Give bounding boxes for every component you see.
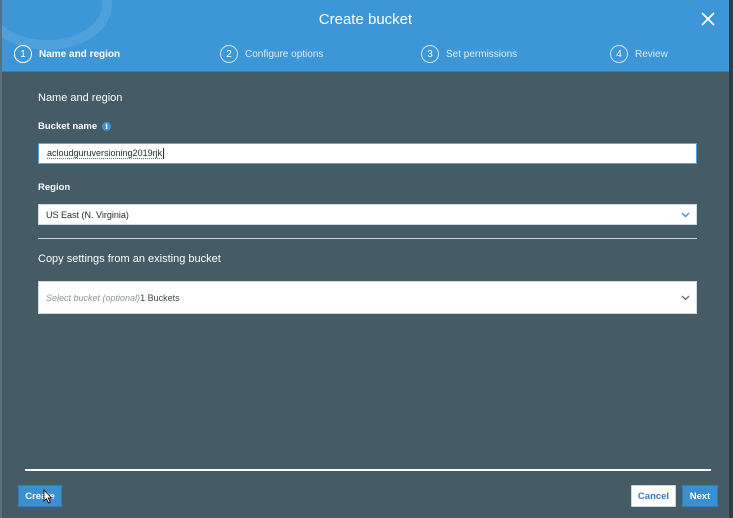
step-configure-options[interactable]: 2 Configure options [220,44,323,64]
step-name-and-region[interactable]: 1 Name and region [14,44,120,64]
bucket-name-label: Bucket name i [38,121,112,132]
step-review[interactable]: 4 Review [610,44,668,64]
chevron-down-icon [681,212,690,217]
region-select[interactable]: US East (N. Virginia) [38,204,697,225]
section-title: Name and region [38,92,123,104]
step-number-2: 2 [220,45,238,63]
step-label: Set permissions [446,48,518,60]
mouse-pointer-icon [43,489,53,504]
dialog-header: Create bucket 1 Name and region 2 Config… [2,0,729,72]
next-button[interactable]: Next [682,485,718,507]
step-label: Name and region [39,48,121,60]
copy-bucket-select[interactable]: Select bucket (optional) 1 Buckets [38,281,697,314]
step-label: Review [635,48,668,60]
copy-bucket-placeholder: Select bucket (optional) [46,292,141,303]
step-number-1: 1 [14,45,32,63]
bucket-count: 1 Buckets [140,292,180,303]
copy-settings-title: Copy settings from an existing bucket [38,253,221,265]
step-number-4: 4 [610,45,628,63]
chevron-down-icon [681,295,690,300]
text-caret [163,148,165,159]
step-label: Configure options [245,48,324,60]
cancel-button[interactable]: Cancel [631,485,676,507]
create-bucket-dialog: Create bucket 1 Name and region 2 Config… [0,0,733,518]
dialog-title: Create bucket [318,11,413,28]
bucket-name-label-text: Bucket name [38,121,98,132]
bucket-name-input[interactable]: acloudguruversioning2019rjk [38,143,697,164]
info-icon[interactable]: i [102,122,112,131]
step-set-permissions[interactable]: 3 Set permissions [421,44,517,64]
bucket-name-value: acloudguruversioning2019rjk [47,148,163,159]
region-label: Region [38,182,71,193]
footer-divider [25,469,711,471]
close-icon[interactable] [699,10,717,28]
wizard-steps: 1 Name and region 2 Configure options 3 … [2,44,729,64]
section-divider [38,238,697,239]
step-number-3: 3 [421,45,439,63]
region-value: US East (N. Virginia) [46,209,129,220]
create-button[interactable]: Create [18,485,62,507]
